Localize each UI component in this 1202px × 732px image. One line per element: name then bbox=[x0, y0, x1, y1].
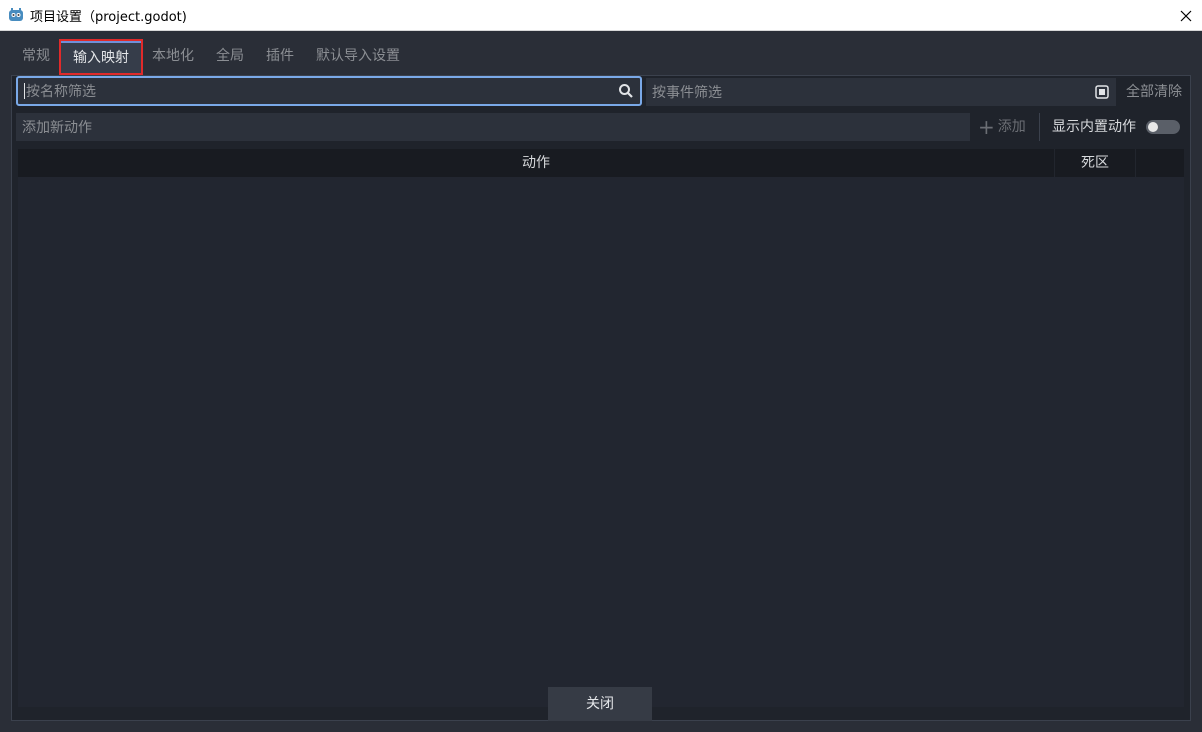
event-filter-placeholder: 按事件筛选 bbox=[652, 85, 722, 101]
show-builtin-toggle[interactable] bbox=[1146, 120, 1180, 134]
keyboard-listen-icon[interactable] bbox=[1094, 84, 1110, 100]
clear-all-button[interactable]: 全部清除 bbox=[1126, 78, 1182, 106]
godot-logo-icon bbox=[9, 8, 23, 21]
tab-input-map[interactable]: 输入映射 bbox=[59, 39, 143, 75]
text-caret bbox=[24, 83, 25, 99]
tab-bar: 常规 输入映射 本地化 全局 插件 默认导入设置 bbox=[11, 39, 1191, 75]
column-header-deadzone: 死区 bbox=[1054, 149, 1136, 177]
title-bar: 项目设置（project.godot) bbox=[0, 0, 1202, 31]
tab-import-defaults[interactable]: 默认导入设置 bbox=[305, 41, 411, 73]
name-filter-input[interactable]: 按名称筛选 bbox=[16, 76, 642, 106]
input-map-panel: 按名称筛选 按事件筛选 全部清除 添加新动作 + 添加 显示内置动作 动作 死区 bbox=[11, 75, 1191, 721]
tab-plugins[interactable]: 插件 bbox=[255, 41, 305, 73]
add-action-button[interactable]: + 添加 bbox=[978, 113, 1026, 141]
divider bbox=[1039, 113, 1040, 141]
column-header-action: 动作 bbox=[522, 155, 550, 171]
name-filter-placeholder: 按名称筛选 bbox=[26, 84, 96, 100]
new-action-placeholder: 添加新动作 bbox=[22, 120, 92, 136]
search-icon bbox=[619, 84, 633, 98]
action-table: 动作 死区 bbox=[18, 149, 1184, 707]
close-button[interactable]: 关闭 bbox=[548, 687, 652, 721]
table-header: 动作 死区 bbox=[18, 149, 1184, 177]
plus-icon: + bbox=[978, 115, 995, 139]
close-icon bbox=[1180, 10, 1192, 21]
tab-globals[interactable]: 全局 bbox=[205, 41, 255, 73]
event-filter-input[interactable]: 按事件筛选 bbox=[646, 78, 1116, 106]
show-builtin-actions: 显示内置动作 bbox=[1052, 113, 1180, 141]
tab-general[interactable]: 常规 bbox=[11, 41, 61, 73]
add-label: 添加 bbox=[997, 119, 1026, 135]
show-builtin-label: 显示内置动作 bbox=[1052, 119, 1136, 135]
window-close-button[interactable] bbox=[1170, 0, 1202, 31]
tab-localization[interactable]: 本地化 bbox=[141, 41, 205, 73]
new-action-input[interactable]: 添加新动作 bbox=[16, 113, 970, 141]
toggle-knob bbox=[1148, 122, 1158, 132]
project-settings-dialog: 常规 输入映射 本地化 全局 插件 默认导入设置 按名称筛选 按事件筛选 全部清… bbox=[1, 31, 1201, 732]
window-title: 项目设置（project.godot) bbox=[30, 9, 187, 25]
